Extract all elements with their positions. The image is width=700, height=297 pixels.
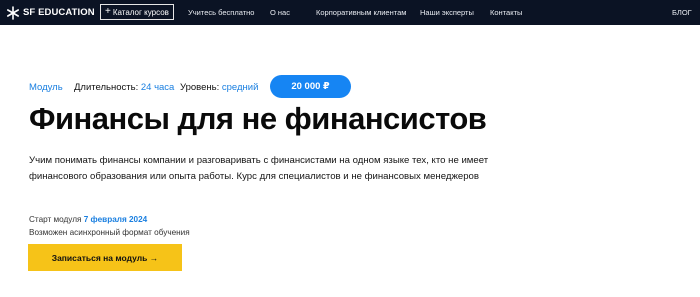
plus-icon: +: [105, 6, 111, 17]
nav-link-experts[interactable]: Наши эксперты: [420, 8, 474, 17]
nav-link-corporate[interactable]: Корпоративным клиентам: [316, 8, 406, 17]
duration-label: Длительность:: [74, 82, 139, 93]
nav-link-blog[interactable]: БЛОГ: [672, 8, 692, 17]
level-label: Уровень:: [180, 82, 220, 93]
nav-link-free-learning[interactable]: Учитесь бесплатно: [188, 8, 254, 17]
nav-link-contacts[interactable]: Контакты: [490, 8, 522, 17]
start-info: Старт модуля 7 февраля 2024: [29, 214, 147, 225]
price-button[interactable]: 20 000 ₽: [270, 75, 351, 98]
nav-link-about[interactable]: О нас: [270, 8, 290, 17]
sf-snowflake-icon: [6, 5, 19, 20]
catalog-label: Каталог курсов: [112, 7, 169, 17]
course-level: Уровень: средний: [180, 82, 258, 94]
enroll-button[interactable]: Записаться на модуль →: [28, 244, 182, 271]
course-type: Модуль: [29, 82, 63, 93]
course-duration: Длительность: 24 часа: [74, 82, 174, 94]
logo-text: SF EDUCATION: [23, 7, 95, 18]
catalog-button[interactable]: + Каталог курсов: [100, 4, 174, 20]
course-description: Учим понимать финансы компании и разгова…: [29, 155, 489, 182]
page-title: Финансы для не финансистов: [29, 101, 487, 136]
duration-value: 24 часа: [140, 82, 175, 93]
top-navbar: SF EDUCATION + Каталог курсов Учитесь бе…: [0, 0, 700, 25]
start-label: Старт модуля: [29, 215, 82, 224]
start-date: 7 февраля 2024: [83, 215, 148, 224]
format-note: Возможен асинхронный формат обучения: [29, 228, 190, 237]
level-value: средний: [221, 82, 259, 93]
logo[interactable]: SF EDUCATION: [6, 5, 95, 20]
